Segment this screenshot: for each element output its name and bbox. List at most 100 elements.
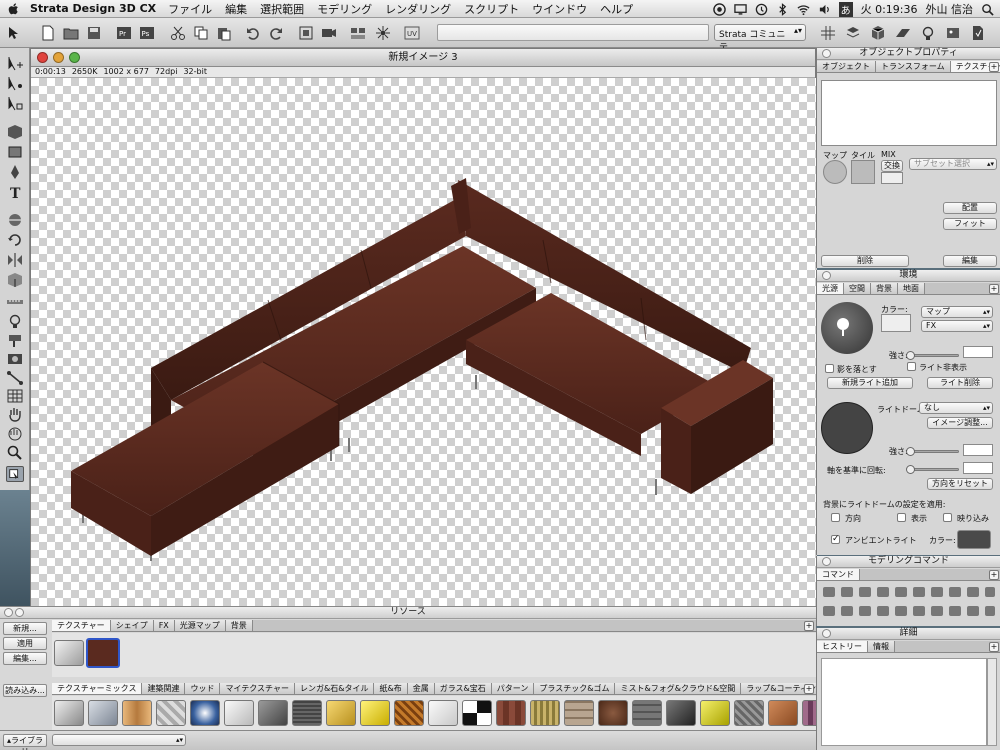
render-icon[interactable] <box>895 25 911 41</box>
tab-light-map[interactable]: 光源マップ <box>174 620 226 631</box>
library-swatch[interactable] <box>462 700 492 726</box>
subset-select[interactable]: サブセット選択 ▴▾ <box>909 158 997 170</box>
apple-menu-icon[interactable] <box>6 2 22 16</box>
app-menu[interactable]: Strata Design 3D CX <box>30 2 156 15</box>
export-pr-icon[interactable]: Pr <box>116 25 132 41</box>
tab-history[interactable]: ヒストリー <box>817 641 868 652</box>
library-swatch[interactable] <box>258 700 288 726</box>
tab-light[interactable]: 光源 <box>817 283 844 294</box>
library-swatch[interactable] <box>190 700 220 726</box>
spotlight-icon[interactable] <box>981 3 994 16</box>
dome-strength-field[interactable] <box>963 444 993 456</box>
resource-edit-button[interactable]: 編集... <box>3 652 47 665</box>
input-source-indicator[interactable]: あ <box>838 1 853 17</box>
library-swatch[interactable] <box>326 700 356 726</box>
lib-tab-glass-gem[interactable]: ガラス&宝石 <box>434 683 492 694</box>
library-swatch[interactable] <box>224 700 254 726</box>
resource-apply-button[interactable]: 適用 <box>3 637 47 650</box>
history-list[interactable] <box>821 658 987 746</box>
layout-view-icon[interactable] <box>350 25 366 41</box>
tab-shape[interactable]: シェイプ <box>110 620 154 631</box>
environment-title-bar[interactable]: 環境 <box>817 270 1000 282</box>
environment-close-button[interactable] <box>822 271 831 280</box>
lib-tab-architecture[interactable]: 建築関連 <box>142 683 186 694</box>
tab-ground[interactable]: 地面 <box>898 283 925 294</box>
paint-tool-icon[interactable] <box>6 332 24 348</box>
cursor-icon[interactable] <box>6 25 22 41</box>
tab-texture[interactable]: テクスチャー <box>52 620 111 631</box>
display-icon[interactable] <box>733 3 747 16</box>
modeling-close-button[interactable] <box>822 557 831 566</box>
camera-view-icon[interactable] <box>321 25 337 41</box>
library-swatch[interactable] <box>156 700 186 726</box>
menubar-user[interactable]: 外山 信治 <box>926 1 974 17</box>
light-direction-sphere[interactable] <box>821 302 873 354</box>
menu-modeling[interactable]: モデリング <box>317 1 372 17</box>
paste-icon[interactable] <box>216 25 232 41</box>
library-swatch[interactable] <box>768 700 798 726</box>
zoom-window-button[interactable] <box>69 52 80 63</box>
lib-tab-mist-fog[interactable]: ミスト&フォグ&クラウド&空間 <box>615 683 742 694</box>
minimize-window-button[interactable] <box>53 52 64 63</box>
save-icon[interactable] <box>86 25 102 41</box>
resource-import-button[interactable]: 読み込み... <box>3 684 47 697</box>
tab-background[interactable]: 背景 <box>225 620 253 631</box>
edit-button[interactable]: 編集 <box>943 255 997 267</box>
copy-icon[interactable] <box>193 25 209 41</box>
library-swatch[interactable] <box>666 700 696 726</box>
uv-icon[interactable]: UV <box>404 25 420 41</box>
material-icon[interactable] <box>945 25 961 41</box>
apply-display-checkbox[interactable] <box>897 513 906 522</box>
camera-tool-icon[interactable] <box>6 350 24 366</box>
cube-primitive-icon[interactable] <box>6 124 24 140</box>
resource-close-button[interactable] <box>4 608 13 617</box>
cut-icon[interactable] <box>170 25 186 41</box>
cast-shadow-checkbox[interactable] <box>825 364 834 373</box>
swap-button[interactable]: 交換 <box>881 160 903 172</box>
save-render-icon[interactable] <box>970 25 986 41</box>
library-swatch[interactable] <box>292 700 322 726</box>
menu-script[interactable]: スクリプト <box>464 1 519 17</box>
point-select-icon[interactable] <box>6 76 24 92</box>
texture-placement-tool-icon[interactable] <box>6 466 24 482</box>
light-bulb-tool-icon[interactable] <box>6 314 24 330</box>
time-machine-icon[interactable] <box>755 3 768 16</box>
grid-tool-icon[interactable] <box>6 388 24 404</box>
record-icon[interactable] <box>712 2 726 16</box>
zoom-tool-icon[interactable] <box>6 444 24 460</box>
menu-selection[interactable]: 選択範囲 <box>260 1 304 17</box>
resource-new-button[interactable]: 新規... <box>3 622 47 635</box>
tab-command[interactable]: コマンド <box>817 569 860 580</box>
menubar-clock[interactable]: 火 0:19:36 <box>861 1 918 17</box>
dome-strength-slider[interactable] <box>906 447 959 456</box>
delete-light-button[interactable]: ライト削除 <box>927 377 993 389</box>
library-swatch[interactable] <box>394 700 424 726</box>
export-ps-icon[interactable]: Ps <box>139 25 155 41</box>
library-swatch[interactable] <box>54 700 84 726</box>
apply-direction-checkbox[interactable] <box>831 513 840 522</box>
lib-tab-brick-stone-tile[interactable]: レンガ&石&タイル <box>294 683 375 694</box>
text-tool-icon[interactable]: T <box>6 184 24 200</box>
lib-tab-texture-mix[interactable]: テクスチャーミックス <box>52 683 143 694</box>
library-swatch[interactable] <box>564 700 594 726</box>
library-tabs-options-button[interactable]: + <box>804 684 814 694</box>
fit-button[interactable]: フィット <box>943 218 997 230</box>
lib-tab-wood[interactable]: ウッド <box>185 683 221 694</box>
reset-direction-button[interactable]: 方向をリセット <box>927 478 993 490</box>
move-tool-icon[interactable] <box>6 56 24 72</box>
link-tool-icon[interactable] <box>6 370 24 386</box>
texture-swatch-silver[interactable] <box>54 640 84 666</box>
ambient-light-checkbox[interactable]: ✓ <box>831 535 840 544</box>
lib-tab-metal[interactable]: 金属 <box>407 683 435 694</box>
library-swatch[interactable] <box>632 700 662 726</box>
library-swatch[interactable] <box>88 700 118 726</box>
light-strength-slider[interactable] <box>906 351 959 360</box>
object-properties-close-button[interactable] <box>822 49 831 58</box>
texture-swatch-brown-selected[interactable] <box>86 638 120 668</box>
hand-tool-icon[interactable] <box>6 406 24 422</box>
cube-icon[interactable] <box>870 25 886 41</box>
grid-view-icon[interactable] <box>820 25 836 41</box>
document-title-bar[interactable]: 新規イメージ 3 <box>31 49 815 67</box>
details-title-bar[interactable]: 詳細 <box>817 628 1000 640</box>
library-swatch[interactable] <box>734 700 764 726</box>
